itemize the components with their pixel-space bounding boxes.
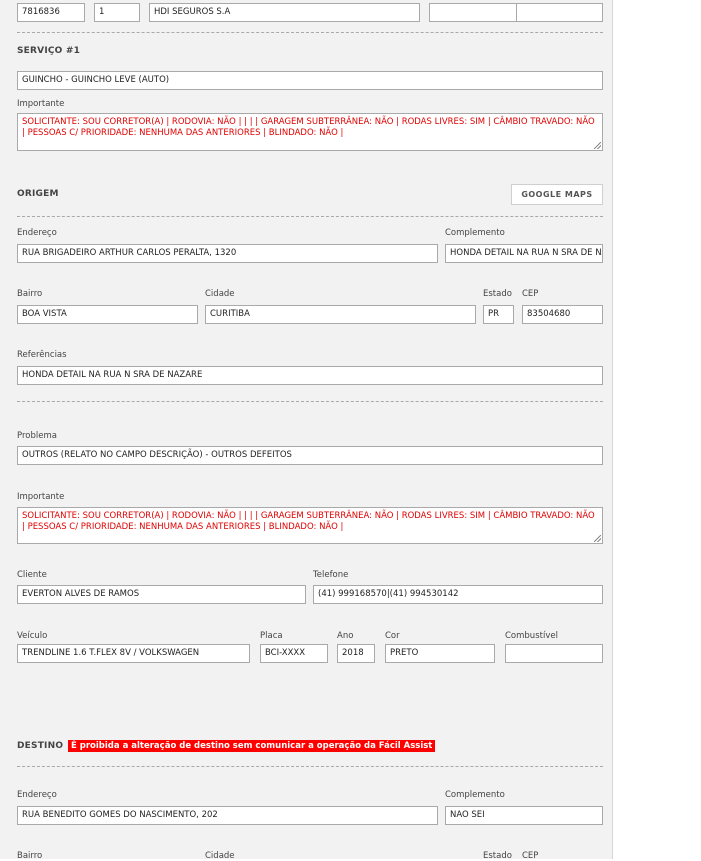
number-field[interactable]: 1 [94,3,140,22]
origin-references-label: Referências [17,350,67,360]
service-type-field[interactable]: GUINCHO - GUINCHO LEVE (AUTO) [17,71,603,90]
origin-zip-label: CEP [522,289,539,299]
problem-important-textarea[interactable]: SOLICITANTE: SOU CORRETOR(A) | RODOVIA: … [17,507,603,544]
origin-zip-field[interactable]: 83504680 [522,305,603,324]
destination-warning-badge: É proibida a alteração de destino sem co… [68,740,436,752]
problem-field[interactable]: OUTROS (RELATO NO CAMPO DESCRIÇÃO) - OUT… [17,446,603,465]
problem-important-label: Importante [17,492,65,502]
destination-state-label: Estado [483,851,512,861]
service-important-text: SOLICITANTE: SOU CORRETOR(A) | RODOVIA: … [22,117,595,138]
divider [17,216,603,217]
divider [17,766,603,767]
destination-title: DESTINO [17,741,64,751]
fuel-label: Combustível [505,631,558,641]
client-field[interactable]: EVERTON ALVES DE RAMOS [17,585,306,604]
plate-label: Placa [260,631,283,641]
origin-complement-field[interactable]: HONDA DETAIL NA RUA N SRA DE NA [445,244,603,263]
google-maps-button[interactable]: GOOGLE MAPS [511,184,603,205]
origin-city-field[interactable]: CURITIBA [205,305,476,324]
origin-city-label: Cidade [205,289,235,299]
top-field-5[interactable] [516,3,603,22]
origin-state-field[interactable]: PR [483,305,514,324]
origin-address-field[interactable]: RUA BRIGADEIRO ARTHUR CARLOS PERALTA, 13… [17,244,438,263]
problem-label: Problema [17,431,57,441]
service-title: SERVIÇO #1 [17,46,81,56]
phone-label: Telefone [313,570,349,580]
insurer-field[interactable]: HDI SEGUROS S.A [149,3,420,22]
origin-complement-label: Complemento [445,228,505,238]
destination-city-label: Cidade [205,851,235,861]
form-panel: 7816836 1 HDI SEGUROS S.A SERVIÇO #1 GUI… [0,0,613,861]
vehicle-field[interactable]: TRENDLINE 1.6 T.FLEX 8V / VOLKSWAGEN [17,644,250,663]
destination-district-label: Bairro [17,851,43,861]
year-label: Ano [337,631,354,641]
phone-field[interactable]: (41) 999168570|(41) 994530142 [313,585,603,604]
destination-zip-label: CEP [522,851,539,861]
service-important-textarea[interactable]: SOLICITANTE: SOU CORRETOR(A) | RODOVIA: … [17,113,603,151]
destination-address-label: Endereço [17,790,57,800]
origin-district-label: Bairro [17,289,43,299]
color-label: Cor [385,631,400,641]
origin-references-field[interactable]: HONDA DETAIL NA RUA N SRA DE NAZARE [17,366,603,385]
client-label: Cliente [17,570,47,580]
color-field[interactable]: PRETO [385,644,495,663]
divider [17,401,603,402]
service-important-label: Importante [17,99,65,109]
origin-district-field[interactable]: BOA VISTA [17,305,198,324]
top-field-4[interactable] [429,3,517,22]
vehicle-label: Veículo [17,631,48,641]
protocol-field[interactable]: 7816836 [17,3,85,22]
divider [17,32,603,33]
destination-complement-field[interactable]: NAO SEI [445,806,603,825]
plate-field[interactable]: BCI-XXXX [260,644,328,663]
origin-address-label: Endereço [17,228,57,238]
problem-important-text: SOLICITANTE: SOU CORRETOR(A) | RODOVIA: … [22,511,595,532]
destination-address-field[interactable]: RUA BENEDITO GOMES DO NASCIMENTO, 202 [17,806,438,825]
destination-complement-label: Complemento [445,790,505,800]
year-field[interactable]: 2018 [337,644,375,663]
origin-state-label: Estado [483,289,512,299]
resize-grip-icon[interactable] [594,535,601,542]
fuel-field[interactable] [505,644,603,663]
origin-title: ORIGEM [17,189,59,199]
resize-grip-icon[interactable] [594,142,601,149]
